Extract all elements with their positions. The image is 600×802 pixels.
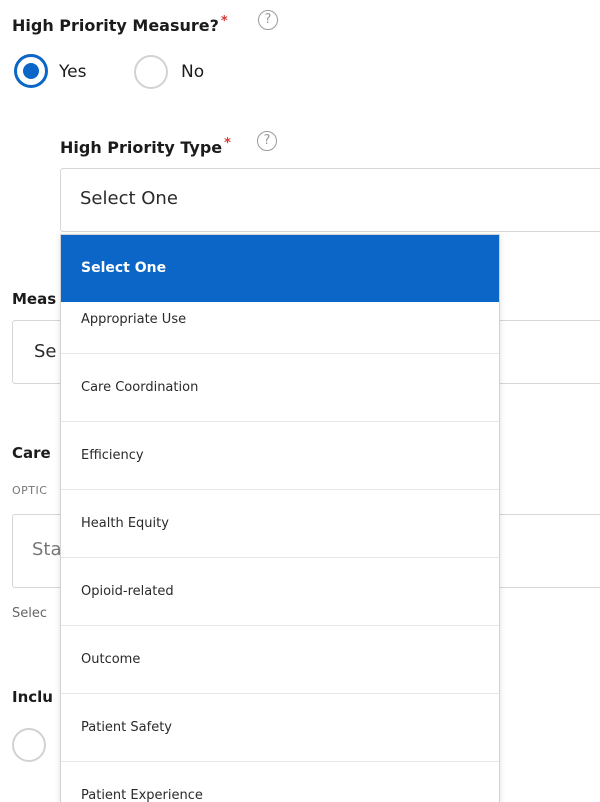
start-input-placeholder: Sta [32,539,62,560]
dropdown-option-health-equity[interactable]: Health Equity [61,491,499,558]
option-label: Patient Safety [81,720,172,735]
care-label: Care [12,444,51,462]
question-circle-icon[interactable]: ? [258,10,278,30]
optional-text: OPTIC [12,484,48,497]
include-radio[interactable] [12,728,46,762]
option-label: Appropriate Use [81,312,187,327]
option-label: Health Equity [81,516,169,531]
radio-yes[interactable] [14,54,48,88]
option-label: Opioid-related [81,584,174,599]
dropdown-option-appropriate-use[interactable]: Appropriate Use [61,287,499,354]
high-priority-measure-label: High Priority Measure? * [12,14,228,35]
measure-label: Meas [12,290,57,308]
option-label: Efficiency [81,448,144,463]
option-label: Select One [81,260,167,276]
radio-no-label[interactable]: No [181,62,204,82]
required-asterisk: * [224,136,231,151]
dropdown-option-patient-safety[interactable]: Patient Safety [61,695,499,762]
high-priority-type-dropdown: Select One Appropriate Use Care Coordina… [60,234,500,802]
option-label: Patient Experience [81,788,203,802]
dropdown-option-care-coordination[interactable]: Care Coordination [61,355,499,422]
dropdown-option-outcome[interactable]: Outcome [61,627,499,694]
select-value: Select One [80,188,178,209]
radio-yes-label[interactable]: Yes [59,62,86,82]
radio-no[interactable] [134,55,168,89]
high-priority-type-select[interactable]: Select One [60,168,600,232]
high-priority-measure-text: High Priority Measure? [12,16,219,35]
required-asterisk: * [220,14,228,29]
dropdown-option-efficiency[interactable]: Efficiency [61,423,499,490]
dropdown-option-opioid-related[interactable]: Opioid-related [61,559,499,626]
question-circle-icon[interactable]: ? [257,131,277,151]
dropdown-option-patient-experience[interactable]: Patient Experience [61,763,499,802]
high-priority-type-text: High Priority Type [60,138,223,157]
form-page: High Priority Measure? * ? Yes No High Pr… [0,0,600,802]
include-label: Inclu [12,688,53,706]
select-hint: Selec [12,606,48,621]
high-priority-type-label: High Priority Type * [60,136,231,157]
option-label: Outcome [81,652,141,667]
option-label: Care Coordination [81,380,199,395]
measure-select-value: Se [34,341,57,362]
